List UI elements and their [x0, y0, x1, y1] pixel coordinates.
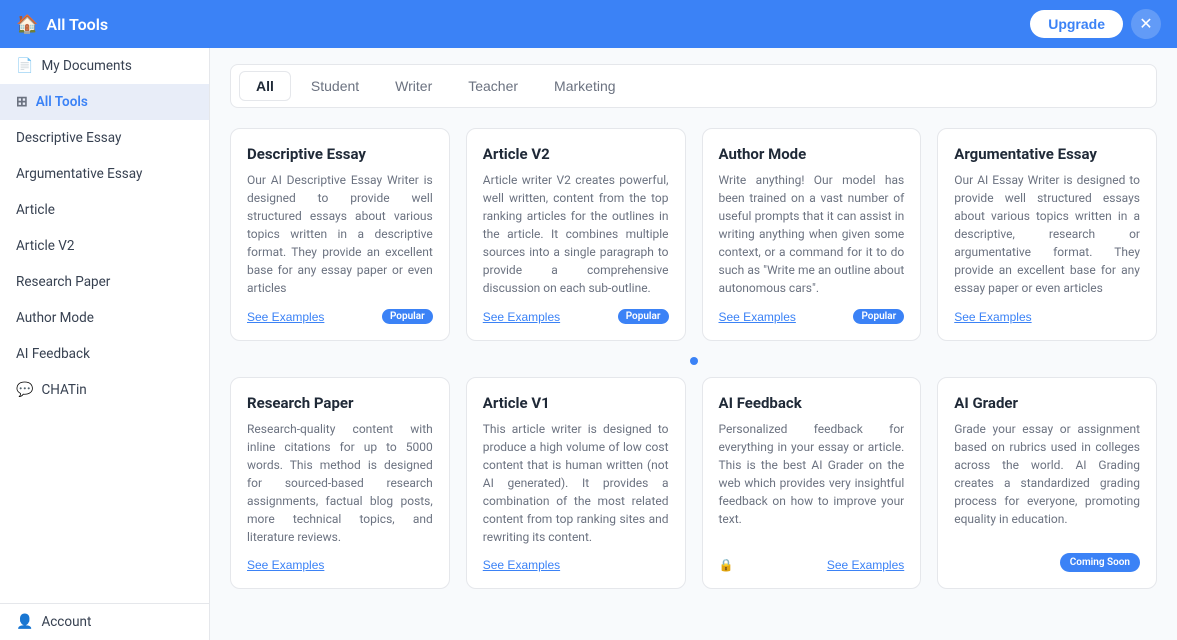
see-examples-ai-feedback[interactable]: See Examples — [827, 558, 904, 572]
content-area: All Student Writer Teacher Marketing Des… — [210, 48, 1177, 640]
card-argumentative-essay: Argumentative Essay Our AI Essay Writer … — [937, 128, 1157, 341]
card-article-v1: Article V1 This article writer is design… — [466, 377, 686, 589]
tab-marketing[interactable]: Marketing — [538, 71, 631, 101]
card-footer-article-v2: See Examples Popular — [483, 309, 669, 324]
dot-icon — [690, 357, 698, 365]
badge-coming-soon-ai-grader: Coming Soon — [1060, 553, 1140, 572]
card-footer-ai-feedback: 🔒 See Examples — [719, 558, 905, 572]
tab-all[interactable]: All — [239, 71, 291, 101]
upgrade-button[interactable]: Upgrade — [1030, 10, 1123, 38]
tab-student[interactable]: Student — [295, 71, 375, 101]
sidebar-item-account[interactable]: 👤 Account — [0, 604, 209, 640]
sidebar: 📄 My Documents ⊞ All Tools Descriptive E… — [0, 48, 210, 640]
badge-popular-article-v2: Popular — [618, 309, 669, 324]
lock-icon: 🔒 — [719, 558, 734, 572]
sidebar-item-ai-feedback[interactable]: AI Feedback — [0, 336, 209, 372]
card-footer-argumentative-essay: See Examples — [954, 310, 1140, 324]
see-examples-article-v2[interactable]: See Examples — [483, 310, 560, 324]
card-ai-grader: AI Grader Grade your essay or assignment… — [937, 377, 1157, 589]
sidebar-label-article: Article — [16, 202, 55, 218]
card-footer-descriptive-essay: See Examples Popular — [247, 309, 433, 324]
card-desc-ai-grader: Grade your essay or assignment based on … — [954, 420, 1140, 541]
sidebar-label-argumentative-essay: Argumentative Essay — [16, 166, 142, 182]
card-article-v2: Article V2 Article writer V2 creates pow… — [466, 128, 686, 341]
sidebar-item-article[interactable]: Article — [0, 192, 209, 228]
see-examples-descriptive-essay[interactable]: See Examples — [247, 310, 324, 324]
tab-teacher[interactable]: Teacher — [452, 71, 534, 101]
card-title-article-v1: Article V1 — [483, 394, 669, 412]
badge-popular-descriptive-essay: Popular — [382, 309, 433, 324]
tab-writer[interactable]: Writer — [379, 71, 448, 101]
home-icon: 🏠 — [16, 14, 38, 35]
sidebar-label-ai-feedback: AI Feedback — [16, 346, 90, 362]
card-desc-descriptive-essay: Our AI Descriptive Essay Writer is desig… — [247, 171, 433, 297]
sidebar-label-account: Account — [41, 614, 91, 630]
account-icon: 👤 — [16, 614, 33, 630]
sidebar-item-all-tools[interactable]: ⊞ All Tools — [0, 84, 209, 120]
tabs-bar: All Student Writer Teacher Marketing — [230, 64, 1157, 108]
sidebar-bottom: 👤 Account — [0, 603, 209, 640]
sidebar-label-descriptive-essay: Descriptive Essay — [16, 130, 121, 146]
header: 🏠 All Tools Upgrade ✕ — [0, 0, 1177, 48]
card-desc-research-paper: Research-quality content with inline cit… — [247, 420, 433, 546]
document-icon: 📄 — [16, 58, 33, 74]
see-examples-research-paper[interactable]: See Examples — [247, 558, 324, 572]
card-title-ai-grader: AI Grader — [954, 394, 1140, 412]
card-title-author-mode: Author Mode — [719, 145, 905, 163]
sidebar-label-research-paper: Research Paper — [16, 274, 110, 290]
close-button[interactable]: ✕ — [1131, 9, 1161, 39]
header-title-group: 🏠 All Tools — [16, 14, 108, 35]
sidebar-label-article-v2: Article V2 — [16, 238, 74, 254]
card-ai-feedback: AI Feedback Personalized feedback for ev… — [702, 377, 922, 589]
sidebar-item-my-documents[interactable]: 📄 My Documents — [0, 48, 209, 84]
chat-icon: 💬 — [16, 382, 33, 398]
card-title-descriptive-essay: Descriptive Essay — [247, 145, 433, 163]
card-footer-article-v1: See Examples — [483, 558, 669, 572]
sidebar-item-research-paper[interactable]: Research Paper — [0, 264, 209, 300]
sidebar-item-chatin[interactable]: 💬 CHATin — [0, 372, 209, 408]
sidebar-item-author-mode[interactable]: Author Mode — [0, 300, 209, 336]
card-author-mode: Author Mode Write anything! Our model ha… — [702, 128, 922, 341]
cards-row-1: Descriptive Essay Our AI Descriptive Ess… — [230, 128, 1157, 341]
sidebar-item-article-v2[interactable]: Article V2 — [0, 228, 209, 264]
see-examples-argumentative-essay[interactable]: See Examples — [954, 310, 1031, 324]
sidebar-label-all-tools: All Tools — [36, 94, 88, 110]
card-footer-author-mode: See Examples Popular — [719, 309, 905, 324]
badge-popular-author-mode: Popular — [853, 309, 904, 324]
cards-row-2: Research Paper Research-quality content … — [230, 377, 1157, 589]
sidebar-item-descriptive-essay[interactable]: Descriptive Essay — [0, 120, 209, 156]
sidebar-label-my-documents: My Documents — [41, 58, 131, 74]
card-descriptive-essay: Descriptive Essay Our AI Descriptive Ess… — [230, 128, 450, 341]
card-desc-article-v2: Article writer V2 creates powerful, well… — [483, 171, 669, 297]
header-title: All Tools — [46, 15, 108, 34]
sidebar-item-argumentative-essay[interactable]: Argumentative Essay — [0, 156, 209, 192]
sidebar-label-author-mode: Author Mode — [16, 310, 94, 326]
card-title-article-v2: Article V2 — [483, 145, 669, 163]
card-title-ai-feedback: AI Feedback — [719, 394, 905, 412]
card-title-research-paper: Research Paper — [247, 394, 433, 412]
main-layout: 📄 My Documents ⊞ All Tools Descriptive E… — [0, 48, 1177, 640]
card-desc-author-mode: Write anything! Our model has been train… — [719, 171, 905, 297]
see-examples-article-v1[interactable]: See Examples — [483, 558, 560, 572]
card-desc-article-v1: This article writer is designed to produ… — [483, 420, 669, 546]
card-desc-ai-feedback: Personalized feedback for everything in … — [719, 420, 905, 546]
header-actions: Upgrade ✕ — [1030, 9, 1161, 39]
carousel-indicator — [230, 357, 1157, 365]
grid-icon: ⊞ — [16, 94, 28, 110]
see-examples-author-mode[interactable]: See Examples — [719, 310, 796, 324]
card-footer-ai-grader: Coming Soon — [954, 553, 1140, 572]
card-desc-argumentative-essay: Our AI Essay Writer is designed to provi… — [954, 171, 1140, 298]
card-footer-research-paper: See Examples — [247, 558, 433, 572]
card-title-argumentative-essay: Argumentative Essay — [954, 145, 1140, 163]
card-research-paper: Research Paper Research-quality content … — [230, 377, 450, 589]
sidebar-label-chatin: CHATin — [41, 382, 86, 398]
